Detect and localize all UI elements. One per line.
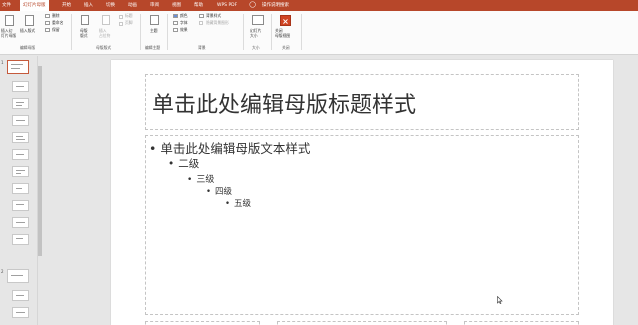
preserve-icon[interactable] xyxy=(45,28,50,32)
layout-thumbnail[interactable] xyxy=(12,115,29,126)
thumbnail-number: 2 xyxy=(1,269,4,274)
tab-home[interactable]: 开始 xyxy=(62,0,71,11)
layout-thumbnail[interactable] xyxy=(12,307,29,318)
title-checkbox-label: 标题 xyxy=(125,13,133,18)
effects-dropdown[interactable]: 效果 xyxy=(180,27,188,33)
master-layout-button[interactable]: 母版 版式 xyxy=(80,28,88,38)
footer-checkbox-label: 页脚 xyxy=(125,20,133,25)
insert-placeholder-icon[interactable] xyxy=(102,15,110,25)
fonts-icon[interactable] xyxy=(173,21,178,25)
layout-thumbnail[interactable] xyxy=(12,234,29,245)
tab-file[interactable]: 文件 xyxy=(2,0,11,11)
layout-thumbnail[interactable] xyxy=(12,81,29,92)
body-placeholder[interactable]: • 单击此处编辑母版文本样式 • 二级 • 三级 • 四级 • 五级 xyxy=(145,135,579,315)
insert-layout-icon[interactable] xyxy=(25,15,34,26)
layout-thumbnail[interactable] xyxy=(12,183,29,194)
footer-placeholder[interactable] xyxy=(277,321,447,325)
insert-slide-master-icon[interactable] xyxy=(5,15,14,26)
slide-size-button[interactable]: 幻灯片 大小 xyxy=(250,28,261,38)
group-divider xyxy=(140,14,141,50)
hide-background-label: 隐藏背景图形 xyxy=(206,20,229,25)
group-label-edit-master: 编辑母版 xyxy=(20,45,36,50)
mouse-cursor-icon xyxy=(497,296,503,304)
lightbulb-icon: ◯ xyxy=(249,1,256,8)
insert-layout-button[interactable]: 插入版式 xyxy=(20,28,35,34)
layout-thumbnail[interactable] xyxy=(12,132,29,143)
layout-thumbnail[interactable] xyxy=(12,98,29,109)
group-label-close: 关闭 xyxy=(282,45,290,50)
preserve-button[interactable]: 保留 xyxy=(52,27,60,33)
hide-background-checkbox[interactable] xyxy=(199,21,203,25)
group-divider xyxy=(243,14,244,50)
tab-help[interactable]: 帮助 xyxy=(194,0,203,11)
date-placeholder[interactable] xyxy=(145,321,260,325)
body-level-4-text: 四级 xyxy=(215,187,233,197)
thumbnail-scrollbar[interactable] xyxy=(37,56,42,325)
layout-thumbnail[interactable] xyxy=(12,200,29,211)
title-text[interactable]: 单击此处编辑母版标题样式 xyxy=(152,87,416,119)
background-styles-icon[interactable] xyxy=(199,14,204,18)
background-styles-dropdown[interactable]: 背景样式 xyxy=(206,13,221,19)
footer-checkbox[interactable] xyxy=(119,22,123,26)
slide-size-icon[interactable] xyxy=(252,15,264,25)
layout-thumbnail[interactable] xyxy=(12,149,29,160)
group-divider xyxy=(271,14,272,50)
slide-master-thumbnail[interactable] xyxy=(7,60,29,74)
slide-master-thumbnail[interactable] xyxy=(7,269,29,283)
tell-me-search[interactable]: 操作说明搜索 xyxy=(262,0,289,11)
fonts-dropdown[interactable]: 字体 xyxy=(180,20,188,26)
body-level-3-text: 三级 xyxy=(196,175,215,185)
rename-icon[interactable] xyxy=(45,21,50,25)
tab-transitions[interactable]: 切换 xyxy=(106,0,115,11)
thumbnail-number: 1 xyxy=(1,60,4,65)
master-layout-icon[interactable] xyxy=(81,15,89,25)
tab-slide-master[interactable]: 幻灯片母版 xyxy=(20,0,49,11)
body-level-1[interactable]: • 单击此处编辑母版文本样式 xyxy=(149,138,310,157)
rename-button[interactable]: 重命名 xyxy=(52,20,63,26)
tab-animations[interactable]: 动画 xyxy=(128,0,137,11)
body-level-1-text: 单击此处编辑母版文本样式 xyxy=(160,141,311,156)
body-level-5-text: 五级 xyxy=(234,199,252,209)
tab-wps-pdf[interactable]: WPS PDF xyxy=(217,0,237,11)
body-level-2-text: 二级 xyxy=(178,158,200,170)
insert-slide-master-button[interactable]: 插入幻 灯片母版 xyxy=(1,28,16,38)
colors-icon[interactable] xyxy=(173,14,178,18)
effects-icon[interactable] xyxy=(173,28,178,32)
group-divider xyxy=(167,14,168,50)
thumbnail-pane: 1 2 xyxy=(0,56,38,325)
close-icon: × xyxy=(282,17,289,26)
group-label-background: 背景 xyxy=(198,45,206,50)
delete-button[interactable]: 删除 xyxy=(52,13,60,19)
body-level-3[interactable]: • 三级 xyxy=(187,172,214,185)
tab-review[interactable]: 审阅 xyxy=(150,0,159,11)
scrollbar-thumb[interactable] xyxy=(38,66,42,256)
ribbon-tab-bar: 文件 幻灯片母版 开始 插入 切换 动画 审阅 视图 帮助 WPS PDF ◯ … xyxy=(0,0,638,11)
delete-icon[interactable] xyxy=(45,14,50,18)
layout-thumbnail[interactable] xyxy=(12,166,29,177)
ribbon-body: 插入幻 灯片母版 插入版式 删除 重命名 保留 编辑母版 母版 版式 插入 占位… xyxy=(0,11,638,55)
group-divider xyxy=(301,14,302,50)
colors-dropdown[interactable]: 颜色 xyxy=(180,13,188,19)
body-level-4[interactable]: • 四级 xyxy=(206,185,232,197)
body-level-5[interactable]: • 五级 xyxy=(225,197,251,209)
tab-view[interactable]: 视图 xyxy=(172,0,181,11)
group-label-edit-theme: 编辑主题 xyxy=(145,45,161,50)
theme-button[interactable]: 主题 xyxy=(150,28,158,34)
group-label-master-layout: 母版版式 xyxy=(96,45,112,50)
slide-canvas: 单击此处编辑母版标题样式 • 单击此处编辑母版文本样式 • 二级 • 三级 • 四级 •… xyxy=(111,60,613,325)
group-label-size: 大小 xyxy=(252,45,260,50)
layout-thumbnail[interactable] xyxy=(12,217,29,228)
insert-placeholder-button[interactable]: 插入 占位符 xyxy=(99,28,110,38)
close-master-view-icon[interactable]: × xyxy=(280,15,291,26)
slide-number-placeholder[interactable] xyxy=(464,321,579,325)
group-divider xyxy=(71,14,72,50)
title-placeholder[interactable]: 单击此处编辑母版标题样式 xyxy=(145,74,579,130)
theme-icon[interactable] xyxy=(150,15,159,25)
body-level-2[interactable]: • 二级 xyxy=(168,156,199,171)
close-master-view-button[interactable]: 关闭 母版视图 xyxy=(275,28,290,38)
layout-thumbnail[interactable] xyxy=(12,290,29,301)
tab-insert[interactable]: 插入 xyxy=(84,0,93,11)
title-checkbox[interactable] xyxy=(119,15,123,19)
